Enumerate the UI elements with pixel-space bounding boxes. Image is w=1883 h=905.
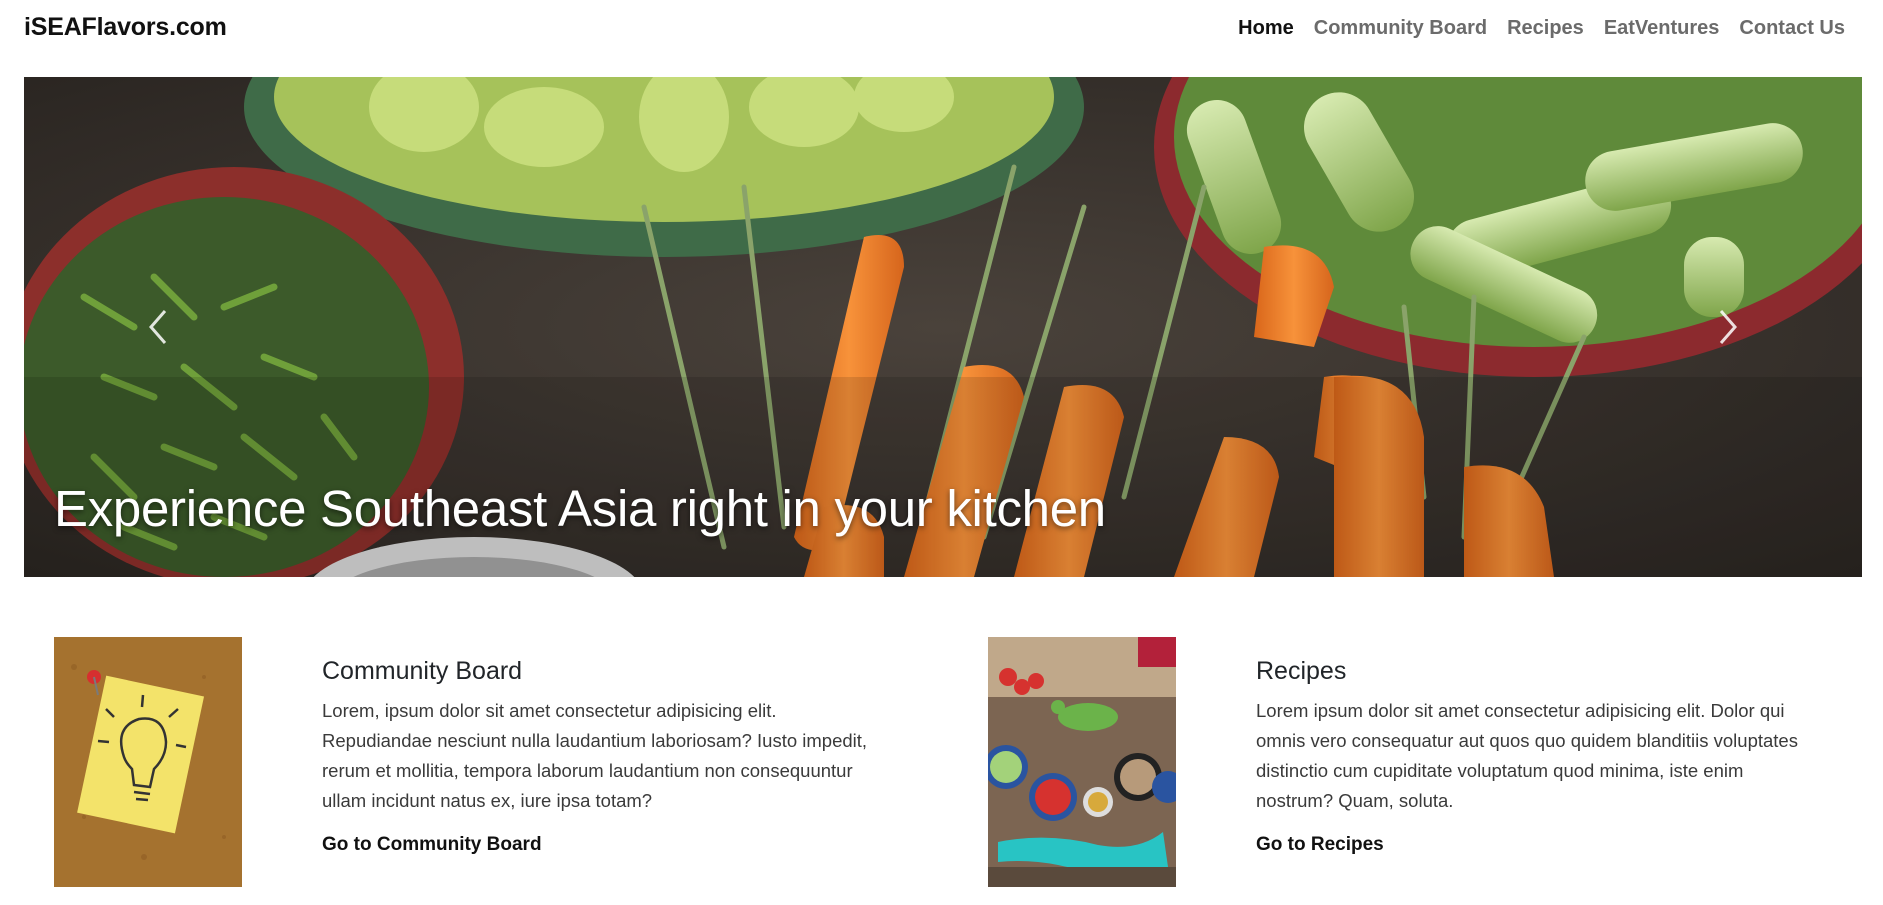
nav-community-board[interactable]: Community Board <box>1304 16 1497 40</box>
chevron-left-icon <box>149 310 167 344</box>
nav-recipes[interactable]: Recipes <box>1497 16 1594 40</box>
navbar: iSEAFlavors.com Home Community Board Rec… <box>0 0 1883 56</box>
community-board-card: Community Board Lorem, ipsum dolor sit a… <box>54 637 934 887</box>
community-board-card-body: Community Board Lorem, ipsum dolor sit a… <box>322 657 882 856</box>
hero-carousel: Experience Southeast Asia right in your … <box>24 77 1862 577</box>
nav-home[interactable]: Home <box>1228 16 1304 40</box>
chevron-right-icon <box>1719 310 1737 344</box>
carousel-caption: Experience Southeast Asia right in your … <box>54 480 1106 537</box>
recipes-image <box>988 637 1176 887</box>
recipes-card-body: Recipes Lorem ipsum dolor sit amet conse… <box>1256 657 1816 856</box>
go-to-recipes-link[interactable]: Go to Recipes <box>1256 834 1384 856</box>
community-board-text: Lorem, ipsum dolor sit amet consectetur … <box>322 700 868 811</box>
main-nav: Home Community Board Recipes EatVentures… <box>1228 16 1855 40</box>
nav-eatventures[interactable]: EatVentures <box>1594 16 1730 40</box>
recipes-title: Recipes <box>1256 657 1347 685</box>
brand-logo[interactable]: iSEAFlavors.com <box>24 13 227 42</box>
carousel-next-button[interactable] <box>1642 77 1812 577</box>
community-board-title: Community Board <box>322 657 523 685</box>
nav-contact-us[interactable]: Contact Us <box>1729 16 1855 40</box>
recipes-text: Lorem ipsum dolor sit amet consectetur a… <box>1256 700 1798 811</box>
go-to-community-board-link[interactable]: Go to Community Board <box>322 834 542 856</box>
community-board-image <box>54 637 242 887</box>
recipes-card: Recipes Lorem ipsum dolor sit amet conse… <box>988 637 1868 887</box>
